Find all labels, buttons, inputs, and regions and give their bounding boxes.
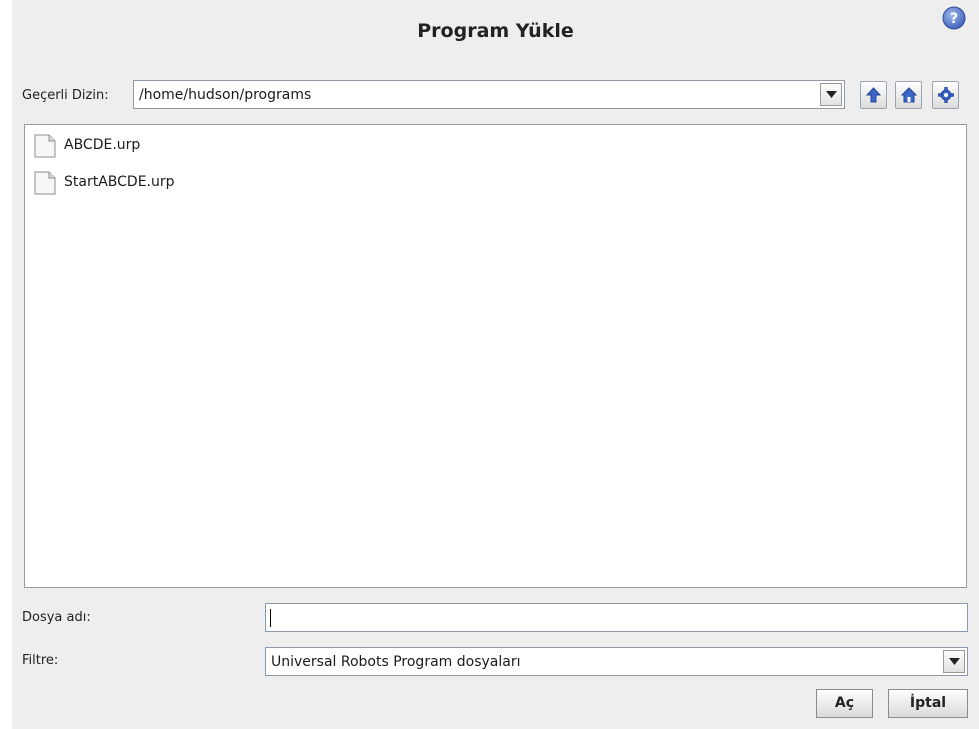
cancel-button[interactable]: İptal <box>888 689 968 718</box>
open-button[interactable]: Aç <box>816 689 873 718</box>
chevron-down-icon <box>949 658 960 665</box>
file-name-input[interactable] <box>265 603 968 632</box>
file-name-label: Dosya adı: <box>22 610 91 625</box>
filter-value: Universal Robots Program dosyaları <box>271 654 521 670</box>
load-program-dialog: Program Yükle ? Geçerli Dizin: /home/hud… <box>12 0 979 729</box>
up-button[interactable] <box>860 81 887 109</box>
file-icon <box>34 171 56 195</box>
filter-label: Filtre: <box>22 653 59 668</box>
dialog-title: Program Yükle <box>417 20 574 42</box>
file-list[interactable]: ABCDE.urp StartABCDE.urp <box>24 124 967 588</box>
file-name: ABCDE.urp <box>64 137 141 153</box>
current-directory-select[interactable]: /home/hudson/programs <box>133 80 845 109</box>
text-caret <box>270 609 271 627</box>
directory-dropdown-button[interactable] <box>820 83 842 106</box>
home-icon <box>901 87 917 103</box>
svg-text:?: ? <box>950 11 958 27</box>
file-name: StartABCDE.urp <box>64 174 175 190</box>
chevron-down-icon <box>826 91 837 98</box>
current-directory-value: /home/hudson/programs <box>139 87 312 103</box>
current-directory-label: Geçerli Dizin: <box>22 88 109 103</box>
file-icon <box>34 134 56 158</box>
filter-dropdown-button[interactable] <box>943 650 965 673</box>
help-icon[interactable]: ? <box>942 6 966 30</box>
filter-select[interactable]: Universal Robots Program dosyaları <box>265 647 968 676</box>
gear-icon <box>938 87 954 103</box>
arrow-up-icon <box>866 87 881 103</box>
home-button[interactable] <box>895 81 922 109</box>
settings-button[interactable] <box>932 81 959 109</box>
